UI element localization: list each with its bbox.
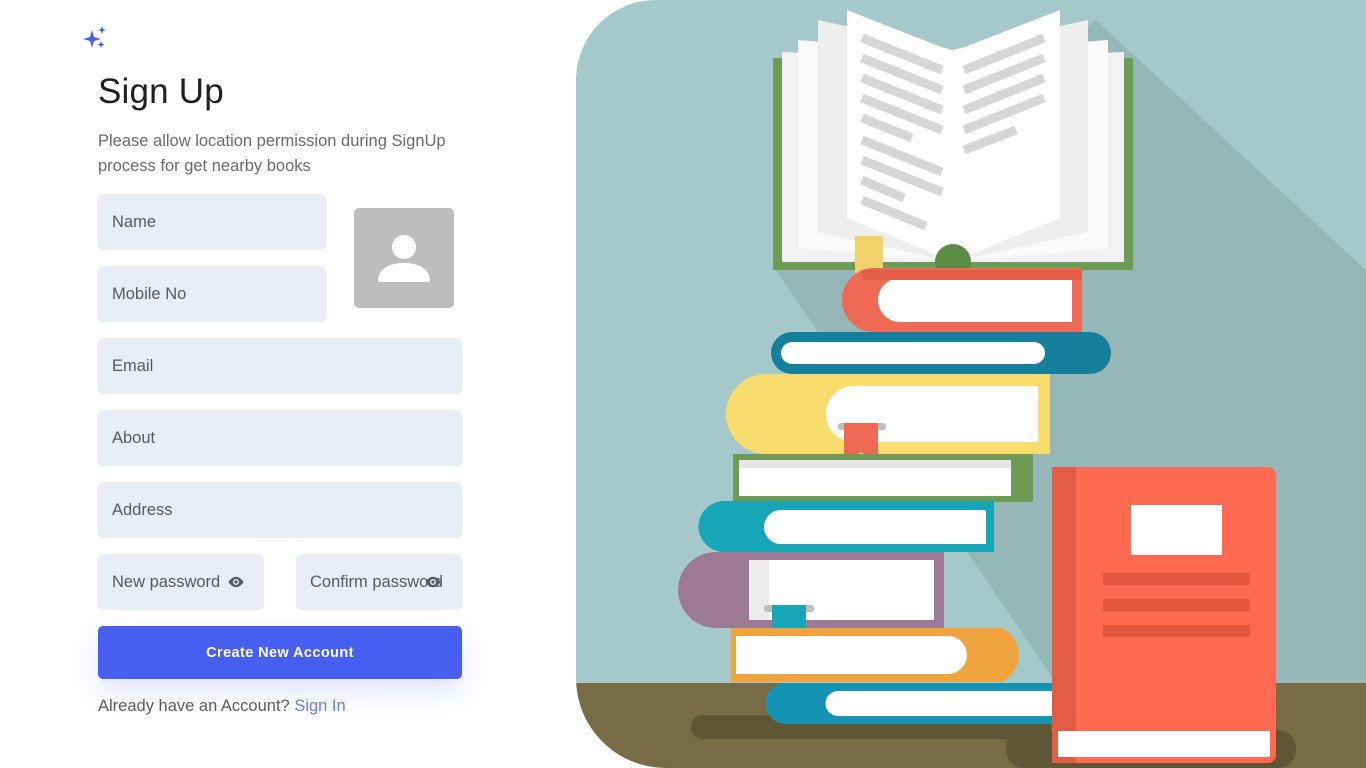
email-placeholder: Email — [112, 356, 154, 375]
signin-link[interactable]: Sign In — [294, 697, 345, 715]
signin-prompt: Already have an Account? Sign In — [98, 697, 346, 716]
about-placeholder: About — [112, 428, 156, 447]
address-placeholder: Address — [112, 500, 173, 519]
address-field[interactable]: Address — [98, 482, 462, 538]
eye-icon[interactable] — [227, 573, 245, 591]
sparkle-icon — [83, 26, 106, 48]
avatar-upload[interactable] — [354, 208, 454, 308]
confirm-password-field[interactable]: Confirm password — [296, 554, 462, 610]
mobile-placeholder: Mobile No — [112, 284, 187, 303]
books-illustration — [576, 0, 1366, 768]
email-field[interactable]: Email — [98, 338, 462, 394]
new-password-field[interactable]: New password — [98, 554, 264, 610]
create-account-button[interactable]: Create New Account — [98, 626, 462, 679]
mobile-field[interactable]: Mobile No — [98, 266, 326, 322]
page-title: Sign Up — [98, 72, 224, 111]
name-placeholder: Name — [112, 212, 157, 231]
name-field[interactable]: Name — [98, 194, 326, 250]
books-illustration-graphic — [576, 0, 1366, 768]
signin-prompt-text: Already have an Account? — [98, 697, 290, 715]
about-field[interactable]: About — [98, 410, 462, 466]
new-password-placeholder: New password — [112, 572, 221, 591]
page-subtitle: Please allow location permission during … — [98, 132, 446, 175]
eye-icon[interactable] — [424, 573, 442, 591]
user-icon — [378, 235, 430, 282]
